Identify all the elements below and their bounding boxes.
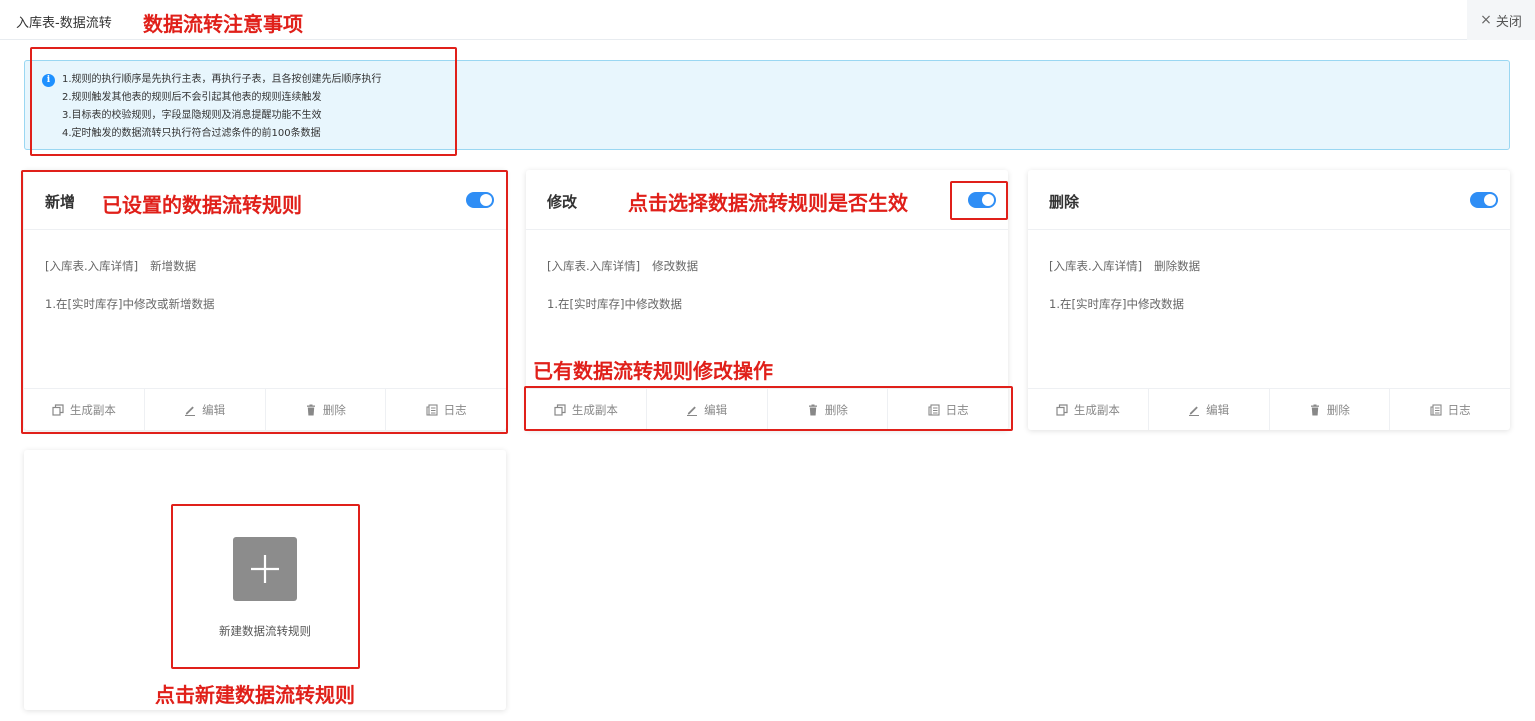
action-label: 生成副本 (69, 402, 116, 417)
action-label: 编辑 (704, 402, 728, 417)
trash-icon (306, 404, 315, 415)
rule-condition: 1.在[实时库存]中修改或新增数据 (45, 297, 215, 311)
action-label: 生成副本 (1073, 402, 1120, 417)
rule-card: 删除 [入库表.入库详情] 删除数据 1.在[实时库存]中修改数据 生成副本 编辑 删除 日志 (1028, 170, 1510, 430)
new-rule-button[interactable] (233, 537, 297, 601)
action-label: 编辑 (202, 402, 226, 417)
copy-icon (1056, 403, 1068, 416)
rule-target-table: [入库表.入库详情] (45, 259, 139, 273)
rule-target: [入库表.入库详情] 新增数据 (45, 258, 196, 274)
rule-target-table: [入库表.入库详情] (547, 259, 641, 273)
copy-button[interactable]: 生成副本 (24, 389, 145, 430)
close-button[interactable]: × 关闭 (1467, 0, 1535, 40)
annotation-notes-title: 数据流转注意事项 (143, 12, 303, 36)
notice-line: 2.规则触发其他表的规则后不会引起其他表的规则连续触发 (62, 92, 322, 103)
annotation-toggle-hint: 点击选择数据流转规则是否生效 (628, 191, 908, 215)
annotation-existing-rules: 已设置的数据流转规则 (102, 193, 302, 217)
edit-icon (687, 406, 698, 416)
edit-button[interactable]: 编辑 (647, 389, 768, 430)
log-icon (426, 403, 438, 416)
divider (526, 229, 1008, 230)
annotation-new-hint: 点击新建数据流转规则 (155, 683, 355, 707)
delete-button[interactable]: 删除 (768, 389, 889, 430)
rule-enable-toggle[interactable] (466, 192, 494, 208)
edit-button[interactable]: 编辑 (145, 389, 266, 430)
action-label: 删除 (1326, 402, 1350, 417)
close-label: 关闭 (1495, 14, 1522, 30)
edit-button[interactable]: 编辑 (1149, 389, 1270, 430)
trash-icon (808, 404, 817, 415)
action-label: 日志 (443, 402, 467, 417)
trash-icon (1310, 404, 1319, 415)
close-icon: × (1480, 12, 1492, 28)
new-rule-card: 新建数据流转规则 (24, 450, 506, 710)
rule-target: [入库表.入库详情] 修改数据 (547, 258, 698, 274)
rule-card-title: 删除 (1049, 193, 1080, 211)
rule-card-actions: 生成副本 编辑 删除 日志 (1028, 388, 1510, 430)
edit-icon (1189, 406, 1200, 416)
divider (1028, 229, 1510, 230)
notice-line: 3.目标表的校验规则，字段显隐规则及消息提醒功能不生效 (62, 110, 322, 121)
action-label: 编辑 (1206, 402, 1230, 417)
rule-action: 删除数据 (1154, 259, 1201, 273)
notice-line: 4.定时触发的数据流转只执行符合过滤条件的前100条数据 (62, 128, 321, 139)
edit-icon (185, 406, 196, 416)
plus-icon (251, 555, 279, 583)
rule-card-actions: 生成副本 编辑 删除 日志 (526, 388, 1008, 430)
log-icon (1430, 403, 1442, 416)
info-icon: i (42, 74, 55, 87)
log-button[interactable]: 日志 (1390, 389, 1510, 430)
copy-icon (52, 403, 64, 416)
notice-box: i 1.规则的执行顺序是先执行主表，再执行子表，且各按创建先后顺序执行 2.规则… (24, 60, 1510, 150)
rule-action: 新增数据 (150, 259, 197, 273)
rule-condition: 1.在[实时库存]中修改数据 (547, 297, 682, 311)
action-label: 日志 (1447, 402, 1471, 417)
rule-target: [入库表.入库详情] 删除数据 (1049, 258, 1200, 274)
delete-button[interactable]: 删除 (1270, 389, 1391, 430)
copy-icon (554, 403, 566, 416)
rule-card-title: 新增 (45, 193, 76, 211)
action-label: 删除 (824, 402, 848, 417)
new-rule-label: 新建数据流转规则 (219, 624, 311, 638)
copy-button[interactable]: 生成副本 (1028, 389, 1149, 430)
action-label: 删除 (322, 402, 346, 417)
annotation-edit-ops: 已有数据流转规则修改操作 (533, 359, 773, 383)
action-label: 生成副本 (571, 402, 618, 417)
log-button[interactable]: 日志 (386, 389, 506, 430)
rule-enable-toggle[interactable] (968, 192, 996, 208)
delete-button[interactable]: 删除 (266, 389, 387, 430)
log-button[interactable]: 日志 (888, 389, 1008, 430)
rule-card-title: 修改 (547, 193, 578, 211)
rule-enable-toggle[interactable] (1470, 192, 1498, 208)
divider (24, 229, 506, 230)
notice-line: 1.规则的执行顺序是先执行主表，再执行子表，且各按创建先后顺序执行 (62, 74, 382, 85)
copy-button[interactable]: 生成副本 (526, 389, 647, 430)
page-title: 入库表-数据流转 (16, 16, 112, 31)
rule-action: 修改数据 (652, 259, 699, 273)
rule-condition: 1.在[实时库存]中修改数据 (1049, 297, 1184, 311)
notice-lines: 1.规则的执行顺序是先执行主表，再执行子表，且各按创建先后顺序执行 2.规则触发… (62, 71, 382, 143)
log-icon (928, 403, 940, 416)
rule-target-table: [入库表.入库详情] (1049, 259, 1143, 273)
rule-card-actions: 生成副本 编辑 删除 日志 (24, 388, 506, 430)
action-label: 日志 (945, 402, 969, 417)
